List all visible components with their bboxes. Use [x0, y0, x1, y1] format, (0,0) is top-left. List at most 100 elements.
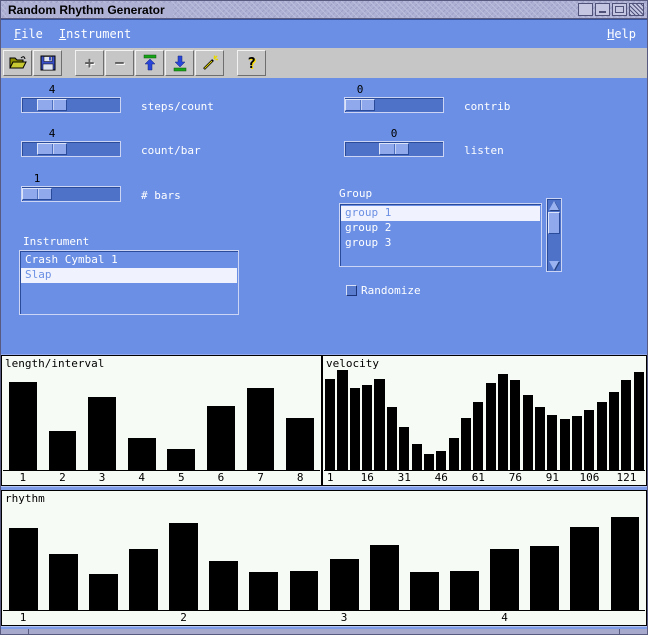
bar[interactable]: [9, 382, 37, 470]
bar[interactable]: [547, 415, 557, 470]
bar[interactable]: [49, 431, 77, 470]
bar[interactable]: [535, 407, 545, 470]
slider-trough[interactable]: [344, 141, 444, 157]
bar[interactable]: [450, 571, 479, 610]
remove-button[interactable]: −: [105, 50, 134, 76]
maximize-button[interactable]: [612, 3, 627, 16]
edit-button[interactable]: [195, 50, 224, 76]
bar[interactable]: [209, 561, 238, 610]
menu-item-instrument[interactable]: Instrument: [59, 27, 131, 41]
bar[interactable]: [424, 454, 434, 470]
bar[interactable]: [461, 418, 471, 470]
bar[interactable]: [167, 449, 195, 470]
bar[interactable]: [247, 388, 275, 470]
bar[interactable]: [490, 549, 519, 610]
slider-handle[interactable]: [379, 143, 409, 155]
bar[interactable]: [609, 392, 619, 470]
chart-plot[interactable]: [3, 491, 645, 611]
main-panel: 4 steps/count 4 count/bar 1 # bars 0: [1, 78, 647, 355]
scrollbar-thumb[interactable]: [548, 212, 560, 234]
bar[interactable]: [399, 427, 409, 470]
bar[interactable]: [498, 374, 508, 470]
bar[interactable]: [374, 379, 384, 470]
bar[interactable]: [436, 451, 446, 470]
slider-handle[interactable]: [37, 99, 67, 111]
bar[interactable]: [486, 383, 496, 470]
titlebar[interactable]: Random Rhythm Generator: [1, 1, 647, 19]
rhythm-chart: rhythm 1234: [1, 490, 647, 626]
slider-trough[interactable]: [21, 97, 121, 113]
slider-trough[interactable]: [344, 97, 444, 113]
bar[interactable]: [387, 407, 397, 470]
save-button[interactable]: [33, 50, 62, 76]
menu-item-file[interactable]: File: [14, 27, 43, 41]
bar[interactable]: [290, 571, 319, 610]
bar[interactable]: [560, 419, 570, 470]
move-down-button[interactable]: [165, 50, 194, 76]
open-button[interactable]: [3, 50, 32, 76]
bar[interactable]: [584, 410, 594, 470]
group-scrollbar[interactable]: [546, 198, 562, 272]
bar[interactable]: [473, 402, 483, 470]
bar[interactable]: [449, 438, 459, 470]
minimize-button[interactable]: [595, 3, 610, 16]
bar[interactable]: [412, 444, 422, 470]
slider-label: listen: [464, 144, 504, 157]
bar[interactable]: [370, 545, 399, 610]
bar[interactable]: [337, 370, 347, 470]
bar[interactable]: [634, 372, 644, 470]
up-arrow-icon: [142, 54, 158, 72]
list-item[interactable]: group 1: [341, 206, 540, 221]
bar[interactable]: [128, 438, 156, 470]
bar[interactable]: [572, 416, 582, 470]
bar[interactable]: [325, 379, 335, 470]
bar[interactable]: [523, 395, 533, 470]
bar[interactable]: [530, 546, 559, 610]
x-tick-label: 61: [472, 472, 485, 484]
chart-plot[interactable]: [324, 356, 645, 471]
bar[interactable]: [89, 574, 118, 610]
slider-handle[interactable]: [37, 143, 67, 155]
bar[interactable]: [621, 380, 631, 470]
bar[interactable]: [410, 572, 439, 610]
bar[interactable]: [49, 554, 78, 610]
bar[interactable]: [330, 559, 359, 610]
list-item[interactable]: group 3: [341, 236, 540, 251]
slider-value: 0: [391, 128, 398, 140]
list-item[interactable]: group 2: [341, 221, 540, 236]
bar[interactable]: [510, 380, 520, 470]
help-button[interactable]: ?: [237, 50, 266, 76]
resize-grip[interactable]: [619, 629, 620, 635]
slider-trough[interactable]: [21, 186, 121, 202]
bar[interactable]: [611, 517, 640, 610]
menu-item-help[interactable]: Help: [607, 27, 636, 41]
chart-plot[interactable]: [3, 356, 320, 471]
slider-trough[interactable]: [21, 141, 121, 157]
bar[interactable]: [350, 388, 360, 470]
bar[interactable]: [88, 397, 116, 470]
bar[interactable]: [169, 523, 198, 610]
list-item[interactable]: Slap: [21, 268, 237, 283]
randomize-checkbox[interactable]: [346, 285, 357, 296]
bar[interactable]: [570, 527, 599, 610]
bar[interactable]: [207, 406, 235, 470]
close-button[interactable]: [629, 3, 644, 16]
bar[interactable]: [249, 572, 278, 610]
list-item[interactable]: Crash Cymbal 1: [21, 253, 237, 268]
chart-x-axis: 12345678: [3, 472, 320, 484]
bar[interactable]: [597, 402, 607, 470]
open-folder-icon: [8, 55, 28, 71]
move-up-button[interactable]: [135, 50, 164, 76]
scrollbar-down-button[interactable]: [548, 259, 560, 271]
bar[interactable]: [286, 418, 314, 470]
bar[interactable]: [362, 385, 372, 471]
bar[interactable]: [9, 528, 38, 610]
chart-title: length/interval: [5, 357, 104, 370]
slider-handle[interactable]: [22, 188, 52, 200]
add-button[interactable]: +: [75, 50, 104, 76]
bar[interactable]: [129, 549, 158, 610]
shade-button[interactable]: [578, 3, 593, 16]
slider-handle[interactable]: [345, 99, 375, 111]
scrollbar-up-button[interactable]: [548, 199, 560, 211]
resize-grip[interactable]: [28, 629, 29, 635]
